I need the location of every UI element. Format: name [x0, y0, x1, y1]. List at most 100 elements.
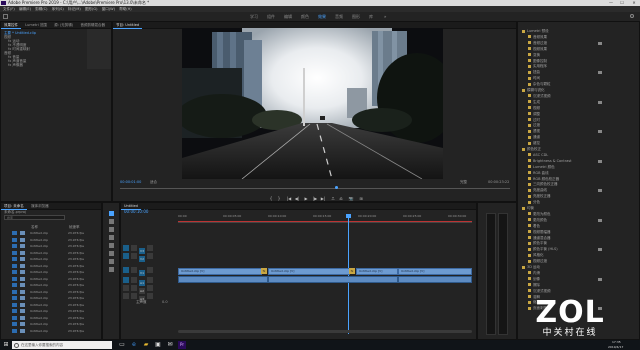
- effects-tree-item[interactable]: 扭曲: [528, 70, 540, 74]
- effects-tree-item[interactable]: 风格化: [528, 253, 544, 257]
- home-icon[interactable]: [3, 14, 8, 19]
- effects-tree-item[interactable]: 着色: [528, 224, 540, 228]
- effects-tree-item[interactable]: ASC CDL: [528, 153, 548, 157]
- effects-tree-item[interactable]: 亮度校正器: [528, 194, 551, 198]
- project-item-row[interactable]: Untitled.clip 23.976 fps: [12, 308, 94, 314]
- slip-tool-icon[interactable]: [109, 243, 114, 248]
- taskbar-date[interactable]: 2019/4/17: [608, 345, 623, 350]
- file-explorer-icon[interactable]: ▰: [142, 341, 150, 349]
- effects-tree-item[interactable]: 过渡: [528, 123, 540, 127]
- effects-tree-item[interactable]: 视频: [528, 106, 540, 110]
- workspace-tab-assembly[interactable]: 组件: [267, 13, 275, 20]
- track-lock-toggle[interactable]: [131, 293, 137, 299]
- video-clip[interactable]: Untitled.clip [V]: [178, 268, 262, 275]
- workspace-tab-editing[interactable]: 编辑: [284, 13, 292, 20]
- tab-source[interactable]: 源: (无剪辑): [51, 22, 76, 28]
- effects-tree-item[interactable]: 音频效果: [528, 35, 547, 39]
- track-mute-toggle[interactable]: [147, 285, 153, 291]
- effects-tree-item[interactable]: 杂色与颗粒: [528, 82, 551, 86]
- work-area-bar[interactable]: [178, 221, 472, 222]
- workspace-tab-learn[interactable]: 学习: [250, 13, 258, 20]
- timeline-playhead-handle[interactable]: [346, 214, 351, 218]
- track-target-toggle[interactable]: [123, 267, 129, 273]
- project-item-row[interactable]: Untitled.clip 23.976 fps: [12, 276, 94, 282]
- effects-tree-item[interactable]: 亮度曲线: [528, 188, 547, 192]
- project-item-row[interactable]: Untitled.clip 23.976 fps: [12, 263, 94, 269]
- pen-tool-icon[interactable]: [109, 251, 114, 256]
- track-eye-toggle[interactable]: [147, 245, 153, 251]
- effects-tree-item[interactable]: 分色: [528, 200, 540, 204]
- type-tool-icon[interactable]: [109, 267, 114, 272]
- effects-tree-item[interactable]: 过时: [528, 118, 540, 122]
- track-target-toggle[interactable]: [123, 285, 129, 291]
- track-mute-toggle[interactable]: [147, 277, 153, 283]
- effects-tree-item[interactable]: 音频过渡: [528, 41, 547, 45]
- effects-tree-item[interactable]: 内滑: [528, 271, 540, 275]
- track-label[interactable]: V2: [139, 256, 145, 262]
- effects-tree-item[interactable]: 时间: [528, 76, 540, 80]
- tab-lumetri-scopes[interactable]: Lumetri 范围: [22, 22, 50, 28]
- track-lock-toggle[interactable]: [131, 277, 137, 283]
- project-item-row[interactable]: Untitled.clip 23.976 fps: [12, 289, 94, 295]
- track-lock-toggle[interactable]: [131, 245, 137, 251]
- workspace-menu-icon[interactable]: »: [384, 14, 386, 19]
- track-target-toggle[interactable]: [123, 293, 129, 299]
- track-lock-toggle[interactable]: [131, 267, 137, 273]
- effects-tree-item[interactable]: 视频限幅器: [528, 230, 551, 234]
- effects-tree-item[interactable]: 视频过渡: [528, 259, 547, 263]
- clip-fx-badge[interactable]: fx: [349, 268, 355, 274]
- effects-tree-item[interactable]: RGB 曲线: [528, 171, 549, 175]
- video-clip[interactable]: Untitled.clip [V]: [268, 268, 350, 275]
- effects-tree-item[interactable]: Lumetri 预设: [522, 29, 549, 33]
- track-target-toggle[interactable]: [123, 245, 129, 251]
- windows-start-icon[interactable]: ⊞: [2, 341, 10, 349]
- project-item-row[interactable]: Untitled.clip 23.976 fps: [12, 321, 94, 327]
- premiere-pro-icon[interactable]: Pr: [178, 341, 186, 349]
- project-item-row[interactable]: Untitled.clip 23.976 fps: [12, 243, 94, 249]
- audio-clip[interactable]: [268, 276, 398, 283]
- selection-tool-icon[interactable]: [109, 211, 114, 216]
- project-item-row[interactable]: Untitled.clip 23.976 fps: [12, 328, 94, 334]
- hand-tool-icon[interactable]: [109, 259, 114, 264]
- timeline-horizontal-scrollbar[interactable]: [178, 330, 472, 333]
- effects-tree-item[interactable]: 颜色平衡 (HLS): [528, 247, 558, 251]
- effects-tree-item[interactable]: 通道: [528, 135, 540, 139]
- effects-tree-item[interactable]: 透视: [528, 129, 540, 133]
- effects-tree-item[interactable]: 沉浸式视频: [528, 289, 551, 293]
- taskbar-search-box[interactable]: 在这里输入你要搜索的内容: [12, 341, 112, 349]
- project-item-row[interactable]: Untitled.clip 23.976 fps: [12, 315, 94, 321]
- workspace-tab-color[interactable]: 颜色: [301, 13, 309, 20]
- mail-icon[interactable]: ✉: [166, 341, 174, 349]
- timeline-playhead-timecode[interactable]: 00:00:10:00: [124, 209, 148, 214]
- program-fit-dropdown[interactable]: 适合: [150, 180, 157, 185]
- effects-tree-item[interactable]: 通道混合器: [528, 236, 551, 240]
- search-help-icon[interactable]: [630, 14, 634, 18]
- ripple-edit-tool-icon[interactable]: [109, 227, 114, 232]
- track-target-toggle[interactable]: [123, 277, 129, 283]
- track-target-toggle[interactable]: [123, 253, 129, 259]
- effects-tree-item[interactable]: RGB 颜色校正器: [528, 177, 559, 181]
- effects-tree-item[interactable]: 键控: [528, 141, 540, 145]
- track-mute-toggle[interactable]: [147, 293, 153, 299]
- audio-clip[interactable]: [178, 276, 268, 283]
- effects-tree-item[interactable]: 擦除: [528, 283, 540, 287]
- clip-fx-badge[interactable]: fx: [261, 268, 267, 274]
- audio-clip[interactable]: [398, 276, 472, 283]
- effects-tree-item[interactable]: 3D 运动: [522, 265, 540, 269]
- master-track-volume[interactable]: 0.0: [162, 300, 168, 305]
- effects-tree-item[interactable]: 图像控制: [528, 59, 547, 63]
- workspace-tab-audio[interactable]: 音频: [335, 13, 343, 20]
- project-item-row[interactable]: Untitled.clip 23.976 fps: [12, 237, 94, 243]
- tab-media-browser[interactable]: 媒体浏览器: [28, 203, 52, 209]
- workspace-tab-effects[interactable]: 效果: [318, 13, 326, 20]
- video-clip[interactable]: Untitled.clip [V]: [356, 268, 398, 275]
- program-quality-dropdown[interactable]: 完整: [460, 180, 467, 185]
- razor-tool-icon[interactable]: [109, 235, 114, 240]
- tab-program[interactable]: 节目: Untitled: [113, 22, 143, 29]
- store-icon[interactable]: ▣: [154, 341, 162, 349]
- effects-tree-item[interactable]: 模糊与锐化: [522, 88, 545, 92]
- effects-tree-item[interactable]: 划像: [528, 277, 540, 281]
- tab-effect-controls[interactable]: 效果控件: [1, 22, 21, 29]
- effects-tree-item[interactable]: 更改颜色: [528, 218, 547, 222]
- effects-tree-item[interactable]: Lumetri 颜色: [528, 165, 555, 169]
